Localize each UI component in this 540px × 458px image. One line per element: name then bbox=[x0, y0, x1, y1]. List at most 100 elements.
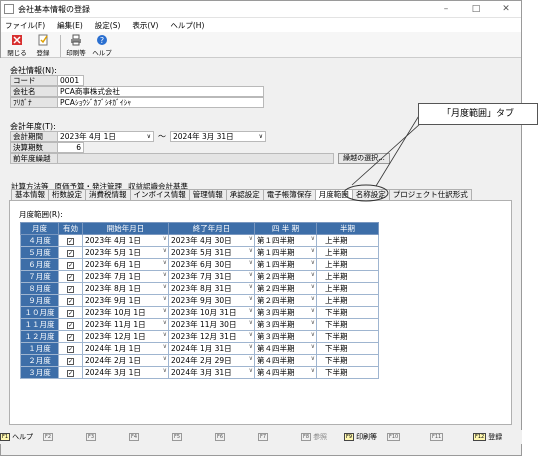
quarter-cell[interactable]: 第４四半期 ∨ bbox=[254, 354, 317, 367]
tab[interactable]: 管理情報 bbox=[188, 189, 227, 200]
company-code-field[interactable]: 0001 bbox=[58, 75, 84, 86]
tab[interactable]: 承認設定 bbox=[225, 189, 264, 200]
tab[interactable]: 桁数設定 bbox=[48, 189, 86, 200]
end-date-cell[interactable]: 2023年 7月 31日 ∨ bbox=[168, 270, 255, 283]
maximize-button[interactable]: □ bbox=[461, 4, 491, 14]
quarter-cell[interactable]: 第３四半期 ∨ bbox=[254, 318, 317, 331]
start-date-cell[interactable]: 2023年 10月 1日 ∨ bbox=[82, 306, 169, 319]
half-cell: 上半期 bbox=[316, 246, 379, 259]
enabled-checkbox[interactable]: ✓ bbox=[58, 366, 83, 379]
tab[interactable]: 基本情報 bbox=[11, 189, 49, 200]
enabled-checkbox[interactable]: ✓ bbox=[58, 282, 83, 295]
start-date-text: 2023年 7月 1日 bbox=[85, 272, 141, 281]
end-date-cell[interactable]: 2023年 4月 30日 ∨ bbox=[168, 234, 255, 247]
company-name-field[interactable]: PCA商事株式会社 bbox=[58, 86, 264, 97]
start-date-cell[interactable]: 2023年 4月 1日 ∨ bbox=[82, 234, 169, 247]
end-date-cell[interactable]: 2024年 1月 31日 ∨ bbox=[168, 342, 255, 355]
function-key-f5[interactable]: F5 bbox=[172, 433, 215, 441]
end-date-cell[interactable]: 2023年 8月 31日 ∨ bbox=[168, 282, 255, 295]
tab[interactable]: 消費税情報 bbox=[85, 189, 131, 200]
function-key-f8[interactable]: F8 参照 bbox=[301, 432, 344, 442]
tab[interactable]: インボイス情報 bbox=[129, 189, 190, 200]
enabled-checkbox[interactable]: ✓ bbox=[58, 234, 83, 247]
menu-item[interactable]: ヘルプ(H) bbox=[170, 20, 204, 31]
end-date-cell[interactable]: 2024年 2月 29日 ∨ bbox=[168, 354, 255, 367]
quarter-cell[interactable]: 第４四半期 ∨ bbox=[254, 342, 317, 355]
enabled-checkbox[interactable]: ✓ bbox=[58, 258, 83, 271]
tab[interactable]: 電子帳簿保存 bbox=[262, 189, 316, 200]
close-button[interactable]: 閉じる bbox=[5, 34, 29, 57]
enabled-checkbox[interactable]: ✓ bbox=[58, 270, 83, 283]
company-kana-field[interactable]: PCAｼｮｳｼﾞｶﾌﾞｼｷｶﾞｲｼｬ bbox=[58, 97, 264, 108]
enabled-checkbox[interactable]: ✓ bbox=[58, 318, 83, 331]
enabled-checkbox[interactable]: ✓ bbox=[58, 354, 83, 367]
toolbar-divider bbox=[60, 35, 61, 57]
month-range-panel: 月度範囲(R): 月度 有効 開始年月日 終了年月日四 半 期半期 ４月度 ✓ 2023年… bbox=[9, 200, 512, 425]
start-date-cell[interactable]: 2024年 1月 1日 ∨ bbox=[82, 342, 169, 355]
function-key-f10[interactable]: F10 bbox=[387, 433, 430, 441]
end-date-cell[interactable]: 2023年 5月 31日 ∨ bbox=[168, 246, 255, 259]
start-date-cell[interactable]: 2023年 7月 1日 ∨ bbox=[82, 270, 169, 283]
end-date-cell[interactable]: 2023年 10月 31日 ∨ bbox=[168, 306, 255, 319]
end-date-cell[interactable]: 2023年 6月 30日 ∨ bbox=[168, 258, 255, 271]
quarter-cell[interactable]: 第２四半期 ∨ bbox=[254, 282, 317, 295]
tab-month-range[interactable]: 月度範囲 bbox=[314, 189, 353, 200]
function-key-f7[interactable]: F7 bbox=[258, 433, 301, 441]
fiscal-start-text: 2023年 4月 1日 bbox=[60, 132, 116, 141]
menu-item[interactable]: 編集(E) bbox=[57, 20, 83, 31]
quarter-cell[interactable]: 第４四半期 ∨ bbox=[254, 366, 317, 379]
start-date-cell[interactable]: 2023年 12月 1日 ∨ bbox=[82, 330, 169, 343]
month-cell: １月度 bbox=[20, 342, 59, 355]
start-date-cell[interactable]: 2023年 11月 1日 ∨ bbox=[82, 318, 169, 331]
table-row: １０月度 ✓ 2023年 10月 1日 ∨ 2023年 10月 31日 ∨ 第３四半期 ∨ 下半… bbox=[20, 306, 379, 319]
end-date-cell[interactable]: 2023年 11月 30日 ∨ bbox=[168, 318, 255, 331]
quarter-cell[interactable]: 第２四半期 ∨ bbox=[254, 294, 317, 307]
minimize-button[interactable]: – bbox=[431, 4, 461, 14]
tab[interactable]: 名称設定 bbox=[351, 189, 390, 200]
function-key-f1[interactable]: F1 ヘルプ bbox=[0, 432, 43, 442]
carryover-select-button[interactable]: 繰越の選択... bbox=[338, 153, 390, 164]
enabled-checkbox[interactable]: ✓ bbox=[58, 246, 83, 259]
checkbox-check-icon: ✓ bbox=[67, 321, 74, 329]
enabled-checkbox[interactable]: ✓ bbox=[58, 294, 83, 307]
enabled-checkbox[interactable]: ✓ bbox=[58, 306, 83, 319]
function-key-f9[interactable]: F9 印刷等 bbox=[344, 432, 387, 442]
end-date-text: 2024年 3月 31日 bbox=[171, 368, 232, 377]
start-date-cell[interactable]: 2023年 9月 1日 ∨ bbox=[82, 294, 169, 307]
quarter-cell[interactable]: 第２四半期 ∨ bbox=[254, 270, 317, 283]
quarter-cell[interactable]: 第１四半期 ∨ bbox=[254, 234, 317, 247]
quarter-text: 第４四半期 bbox=[257, 368, 295, 377]
start-date-text: 2024年 3月 1日 bbox=[85, 368, 141, 377]
fiscal-end-field[interactable]: 2024年 3月 31日 ∨ bbox=[170, 131, 266, 142]
start-date-cell[interactable]: 2023年 8月 1日 ∨ bbox=[82, 282, 169, 295]
start-date-cell[interactable]: 2023年 6月 1日 ∨ bbox=[82, 258, 169, 271]
quarter-cell[interactable]: 第１四半期 ∨ bbox=[254, 258, 317, 271]
help-button[interactable]: ? ヘルプ bbox=[90, 34, 114, 57]
close-window-button[interactable]: ✕ bbox=[491, 4, 521, 14]
end-date-cell[interactable]: 2023年 12月 31日 ∨ bbox=[168, 330, 255, 343]
fiscal-count-field[interactable]: 6 bbox=[58, 142, 84, 153]
tab[interactable]: プロジェクト仕訳形式 bbox=[388, 189, 472, 200]
function-key-f2[interactable]: F2 bbox=[43, 433, 86, 441]
menu-item[interactable]: ファイル(F) bbox=[5, 20, 45, 31]
register-button[interactable]: 登録 bbox=[31, 34, 55, 57]
function-key-f3[interactable]: F3 bbox=[86, 433, 129, 441]
end-date-cell[interactable]: 2023年 9月 30日 ∨ bbox=[168, 294, 255, 307]
menu-item[interactable]: 表示(V) bbox=[132, 20, 158, 31]
quarter-cell[interactable]: 第３四半期 ∨ bbox=[254, 330, 317, 343]
function-key-f11[interactable]: F11 bbox=[430, 433, 473, 441]
start-date-cell[interactable]: 2024年 3月 1日 ∨ bbox=[82, 366, 169, 379]
enabled-checkbox[interactable]: ✓ bbox=[58, 342, 83, 355]
quarter-cell[interactable]: 第３四半期 ∨ bbox=[254, 306, 317, 319]
print-button[interactable]: 印刷等 bbox=[64, 34, 88, 57]
quarter-cell[interactable]: 第１四半期 ∨ bbox=[254, 246, 317, 259]
fiscal-start-field[interactable]: 2023年 4月 1日 ∨ bbox=[58, 131, 154, 142]
function-key-f12[interactable]: F12 登録 bbox=[473, 432, 516, 442]
function-key-f6[interactable]: F6 bbox=[215, 433, 258, 441]
menu-item[interactable]: 設定(S) bbox=[95, 20, 121, 31]
function-key-f4[interactable]: F4 bbox=[129, 433, 172, 441]
enabled-checkbox[interactable]: ✓ bbox=[58, 330, 83, 343]
start-date-cell[interactable]: 2024年 2月 1日 ∨ bbox=[82, 354, 169, 367]
end-date-cell[interactable]: 2024年 3月 31日 ∨ bbox=[168, 366, 255, 379]
start-date-cell[interactable]: 2023年 5月 1日 ∨ bbox=[82, 246, 169, 259]
